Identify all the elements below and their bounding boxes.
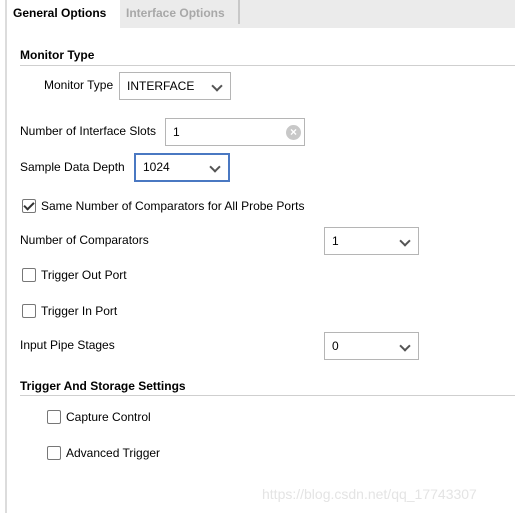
sample-depth-dropdown[interactable]: 1024 <box>134 153 230 182</box>
dropdown-value: 1 <box>332 234 339 248</box>
comparators-label: Number of Comparators <box>20 233 149 247</box>
trigger-in-label: Trigger In Port <box>41 304 118 318</box>
dropdown-value: 1024 <box>143 160 170 174</box>
chevron-down-icon <box>399 235 411 247</box>
tab-divider <box>238 0 240 24</box>
trigger-out-checkbox[interactable] <box>22 268 36 282</box>
advanced-trigger-checkbox[interactable] <box>47 446 61 460</box>
same-comparators-label: Same Number of Comparators for All Probe… <box>41 199 305 213</box>
tab-general-options[interactable]: General Options <box>0 0 120 28</box>
advanced-trigger-label: Advanced Trigger <box>66 446 161 460</box>
interface-slots-input[interactable]: 1 × <box>165 118 305 146</box>
chevron-down-icon <box>209 161 221 173</box>
chevron-down-icon <box>399 340 411 352</box>
divider <box>20 65 515 66</box>
capture-control-label: Capture Control <box>66 410 151 424</box>
tab-label: General Options <box>13 6 107 20</box>
monitor-type-dropdown[interactable]: INTERFACE <box>119 72 231 100</box>
dropdown-value: INTERFACE <box>127 79 195 93</box>
section-monitor-type: Monitor Type <box>20 48 95 62</box>
tab-label: Interface Options <box>126 6 225 20</box>
monitor-type-label: Monitor Type <box>44 78 114 92</box>
same-comparators-checkbox[interactable] <box>22 199 36 213</box>
chevron-down-icon <box>211 80 223 92</box>
comparators-dropdown[interactable]: 1 <box>324 227 419 255</box>
input-value: 1 <box>173 125 180 139</box>
divider <box>20 395 515 396</box>
clear-icon[interactable]: × <box>286 125 301 140</box>
panel-border <box>5 0 7 513</box>
watermark: https://blog.csdn.net/qq_17743307 <box>262 486 477 502</box>
sample-depth-label: Sample Data Depth <box>20 160 125 174</box>
trigger-in-checkbox[interactable] <box>22 304 36 318</box>
interface-slots-label: Number of Interface Slots <box>20 124 157 138</box>
trigger-out-label: Trigger Out Port <box>41 268 127 282</box>
pipe-stages-label: Input Pipe Stages <box>20 338 115 352</box>
pipe-stages-dropdown[interactable]: 0 <box>324 332 419 360</box>
section-trigger-storage: Trigger And Storage Settings <box>20 379 186 393</box>
tab-interface-options[interactable]: Interface Options <box>126 0 225 28</box>
capture-control-checkbox[interactable] <box>47 410 61 424</box>
dropdown-value: 0 <box>332 339 339 353</box>
